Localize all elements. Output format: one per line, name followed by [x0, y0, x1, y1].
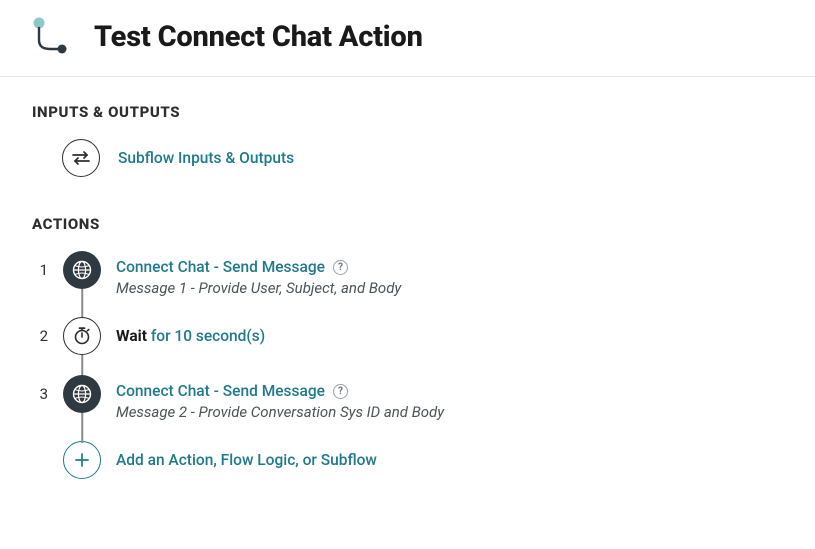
page-header: Test Connect Chat Action — [0, 0, 815, 77]
actions-list: 1 Connect Chat - Send Message ? — [32, 251, 783, 479]
subflow-icon — [28, 16, 70, 58]
page-title: Test Connect Chat Action — [94, 20, 423, 54]
stopwatch-icon — [63, 317, 101, 355]
wait-step-link[interactable]: Wait for 10 second(s) — [116, 317, 265, 345]
wait-duration: for 10 second(s) — [147, 327, 265, 345]
step-index: 2 — [32, 317, 48, 345]
action-title-link[interactable]: Connect Chat - Send Message — [116, 382, 325, 400]
action-row: 3 Connect Chat - Send Message ? — [32, 375, 783, 441]
io-section-heading: INPUTS & OUTPUTS — [32, 103, 783, 121]
subflow-io-link[interactable]: Subflow Inputs & Outputs — [118, 149, 294, 167]
step-index: 3 — [32, 375, 48, 403]
help-icon[interactable]: ? — [333, 384, 348, 399]
add-step-label[interactable]: Add an Action, Flow Logic, or Subflow — [116, 451, 377, 469]
actions-section-heading: ACTIONS — [32, 215, 783, 233]
action-description: Message 1 - Provide User, Subject, and B… — [116, 279, 401, 297]
content-area: INPUTS & OUTPUTS Subflow Inputs & Output… — [0, 77, 815, 499]
action-description: Message 2 - Provide Conversation Sys ID … — [116, 403, 444, 421]
add-step-row[interactable]: Add an Action, Flow Logic, or Subflow — [32, 441, 783, 479]
globe-icon — [63, 251, 101, 289]
globe-icon — [63, 375, 101, 413]
help-icon[interactable]: ? — [333, 260, 348, 275]
add-button[interactable] — [63, 441, 101, 479]
action-title-link[interactable]: Connect Chat - Send Message — [116, 258, 325, 276]
io-arrows-icon — [62, 139, 100, 177]
wait-row: 2 Wait for 10 second(s) — [32, 317, 783, 375]
action-row: 1 Connect Chat - Send Message ? — [32, 251, 783, 317]
step-index: 1 — [32, 251, 48, 279]
wait-label: Wait — [116, 327, 147, 345]
subflow-io-row[interactable]: Subflow Inputs & Outputs — [62, 139, 783, 177]
